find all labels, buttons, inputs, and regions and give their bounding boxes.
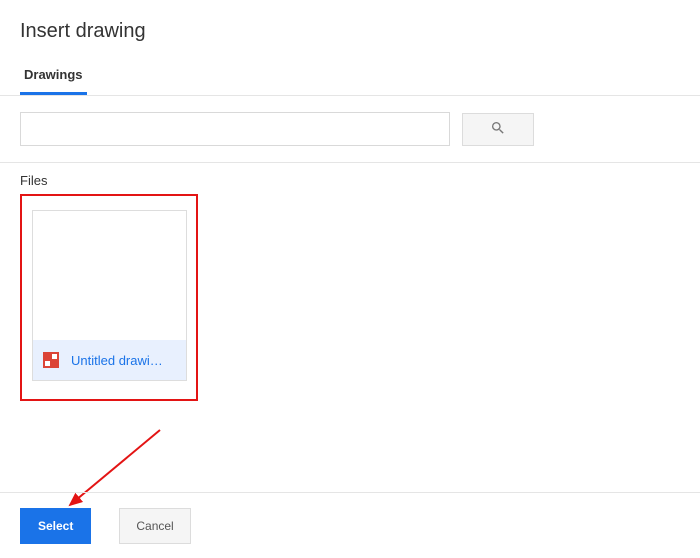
highlight-annotation: Untitled drawi… xyxy=(20,194,198,401)
cancel-button[interactable]: Cancel xyxy=(119,508,190,544)
file-thumbnail xyxy=(33,211,186,340)
search-icon xyxy=(490,120,506,139)
files-section: Files Untitled drawi… xyxy=(0,163,700,401)
search-row xyxy=(0,96,700,162)
search-input[interactable] xyxy=(20,112,450,146)
drawing-icon xyxy=(43,352,59,368)
dialog-title: Insert drawing xyxy=(0,0,700,59)
tab-drawings[interactable]: Drawings xyxy=(20,59,87,95)
file-caption: Untitled drawi… xyxy=(33,340,186,380)
file-name: Untitled drawi… xyxy=(71,353,163,368)
search-button[interactable] xyxy=(462,113,534,146)
dialog-footer: Select Cancel xyxy=(0,492,700,558)
files-label: Files xyxy=(20,173,680,188)
tabs-row: Drawings xyxy=(0,59,700,95)
select-button[interactable]: Select xyxy=(20,508,91,544)
file-card[interactable]: Untitled drawi… xyxy=(32,210,187,381)
